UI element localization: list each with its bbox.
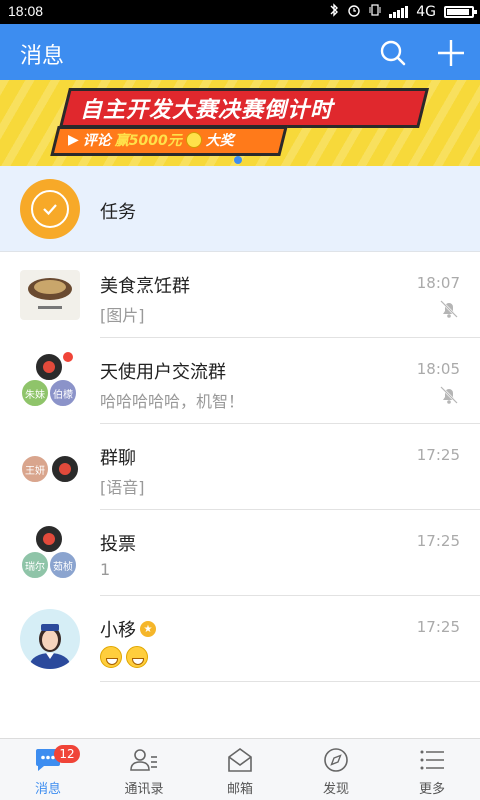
conversation-name: 群聊 (100, 448, 136, 469)
unread-dot (62, 351, 74, 363)
mail-icon (228, 748, 252, 772)
tab-mail[interactable]: 邮箱 (192, 739, 288, 800)
conversation-item[interactable]: 王妍 群聊 [语音] 17:25 (0, 424, 480, 510)
menu-list-icon (420, 750, 444, 770)
banner-page-indicator (234, 156, 242, 164)
conversation-item[interactable]: 小移 ★ 17:25 (0, 596, 480, 682)
network-type: 4G (416, 3, 436, 20)
search-button[interactable] (376, 36, 410, 70)
banner-subline-suffix: 大奖 (205, 133, 234, 149)
banner-subline: ▶ 评论 赢5000元 大奖 (68, 130, 234, 150)
task-avatar (20, 179, 80, 239)
conversation-name: 天使用户交流群 (100, 362, 226, 383)
conversation-time: 17:25 (416, 618, 460, 636)
tab-messages[interactable]: 12 消息 (0, 739, 96, 800)
contacts-icon (130, 749, 157, 771)
conversation-preview (100, 646, 152, 672)
member-avatar (50, 454, 80, 484)
group-avatar-food (20, 270, 80, 320)
page-title: 消息 (20, 44, 65, 69)
promo-banner[interactable]: 自主开发大赛决赛倒计时 ▶ 评论 赢5000元 大奖 (0, 80, 480, 166)
conversation-preview: 哈哈哈哈哈，机智！ (100, 392, 245, 411)
task-label: 任务 (100, 202, 136, 223)
bluetooth-icon (329, 3, 339, 20)
search-icon (380, 40, 406, 66)
status-icons: 4G (329, 3, 477, 20)
signal-icon (389, 5, 409, 18)
task-entry[interactable]: 任务 (0, 166, 480, 252)
conversation-name: 小移 ★ (100, 616, 156, 642)
conversation-time: 18:05 (416, 360, 460, 378)
conversation-time: 18:07 (416, 274, 460, 292)
member-avatar: 王妍 (20, 454, 50, 484)
banner-headline: 自主开发大赛决赛倒计时 (80, 98, 334, 123)
conversation-time: 17:25 (416, 532, 460, 550)
vibrate-icon (369, 3, 381, 20)
conversation-name: 投票 (100, 534, 136, 555)
status-bar: 18:08 4G (0, 0, 480, 24)
tab-label: 通讯录 (124, 782, 164, 797)
conversation-time: 17:25 (416, 446, 460, 464)
banner-subline-prefix: 评论 (82, 133, 111, 149)
alarm-icon (347, 3, 361, 20)
member-avatar: 茹桢 (48, 550, 78, 580)
tab-more[interactable]: 更多 (384, 739, 480, 800)
compass-icon (324, 748, 348, 772)
conversation-item[interactable]: 美食烹饪群 [图片] 18:07 (0, 252, 480, 338)
coin-icon (185, 132, 202, 148)
contact-avatar (20, 609, 80, 669)
grin-emoji-icon (100, 646, 122, 668)
conversation-preview: [语音] (100, 478, 145, 497)
conversation-name: 美食烹饪群 (100, 276, 190, 297)
tab-label: 更多 (418, 782, 445, 797)
member-avatar: 瑞尔 (20, 550, 50, 580)
banner-subline-highlight: 赢5000元 (114, 133, 182, 149)
conversation-preview: 1 (100, 560, 111, 579)
battery-icon (444, 5, 477, 18)
tab-contacts[interactable]: 通讯录 (96, 739, 192, 800)
conversation-item[interactable]: 瑞尔 茹桢 投票 1 17:25 (0, 510, 480, 596)
tab-label: 消息 (34, 782, 61, 797)
member-avatar: 伯檬 (48, 378, 78, 408)
muted-bell-icon (438, 298, 460, 320)
play-icon: ▶ (68, 132, 79, 148)
grin-emoji-icon (126, 646, 148, 668)
conversation-preview: [图片] (100, 306, 145, 325)
add-button[interactable] (434, 36, 468, 70)
unread-count-badge: 12 (54, 745, 80, 763)
check-circle-icon (31, 190, 69, 228)
tab-label: 邮箱 (226, 782, 253, 797)
bottom-tab-bar: 12 消息 通讯录 邮箱 发现 更多 (0, 738, 480, 800)
app-header: 消息 (0, 24, 480, 80)
status-time: 18:08 (8, 3, 44, 19)
member-avatar: 朱妹 (20, 378, 50, 408)
tab-label: 发现 (322, 782, 349, 797)
conversation-item[interactable]: 朱妹 伯檬 天使用户交流群 哈哈哈哈哈，机智！ 18:05 (0, 338, 480, 424)
muted-bell-icon (438, 384, 460, 406)
plus-icon (438, 40, 464, 66)
tab-discover[interactable]: 发现 (288, 739, 384, 800)
verified-badge-icon: ★ (140, 621, 156, 637)
